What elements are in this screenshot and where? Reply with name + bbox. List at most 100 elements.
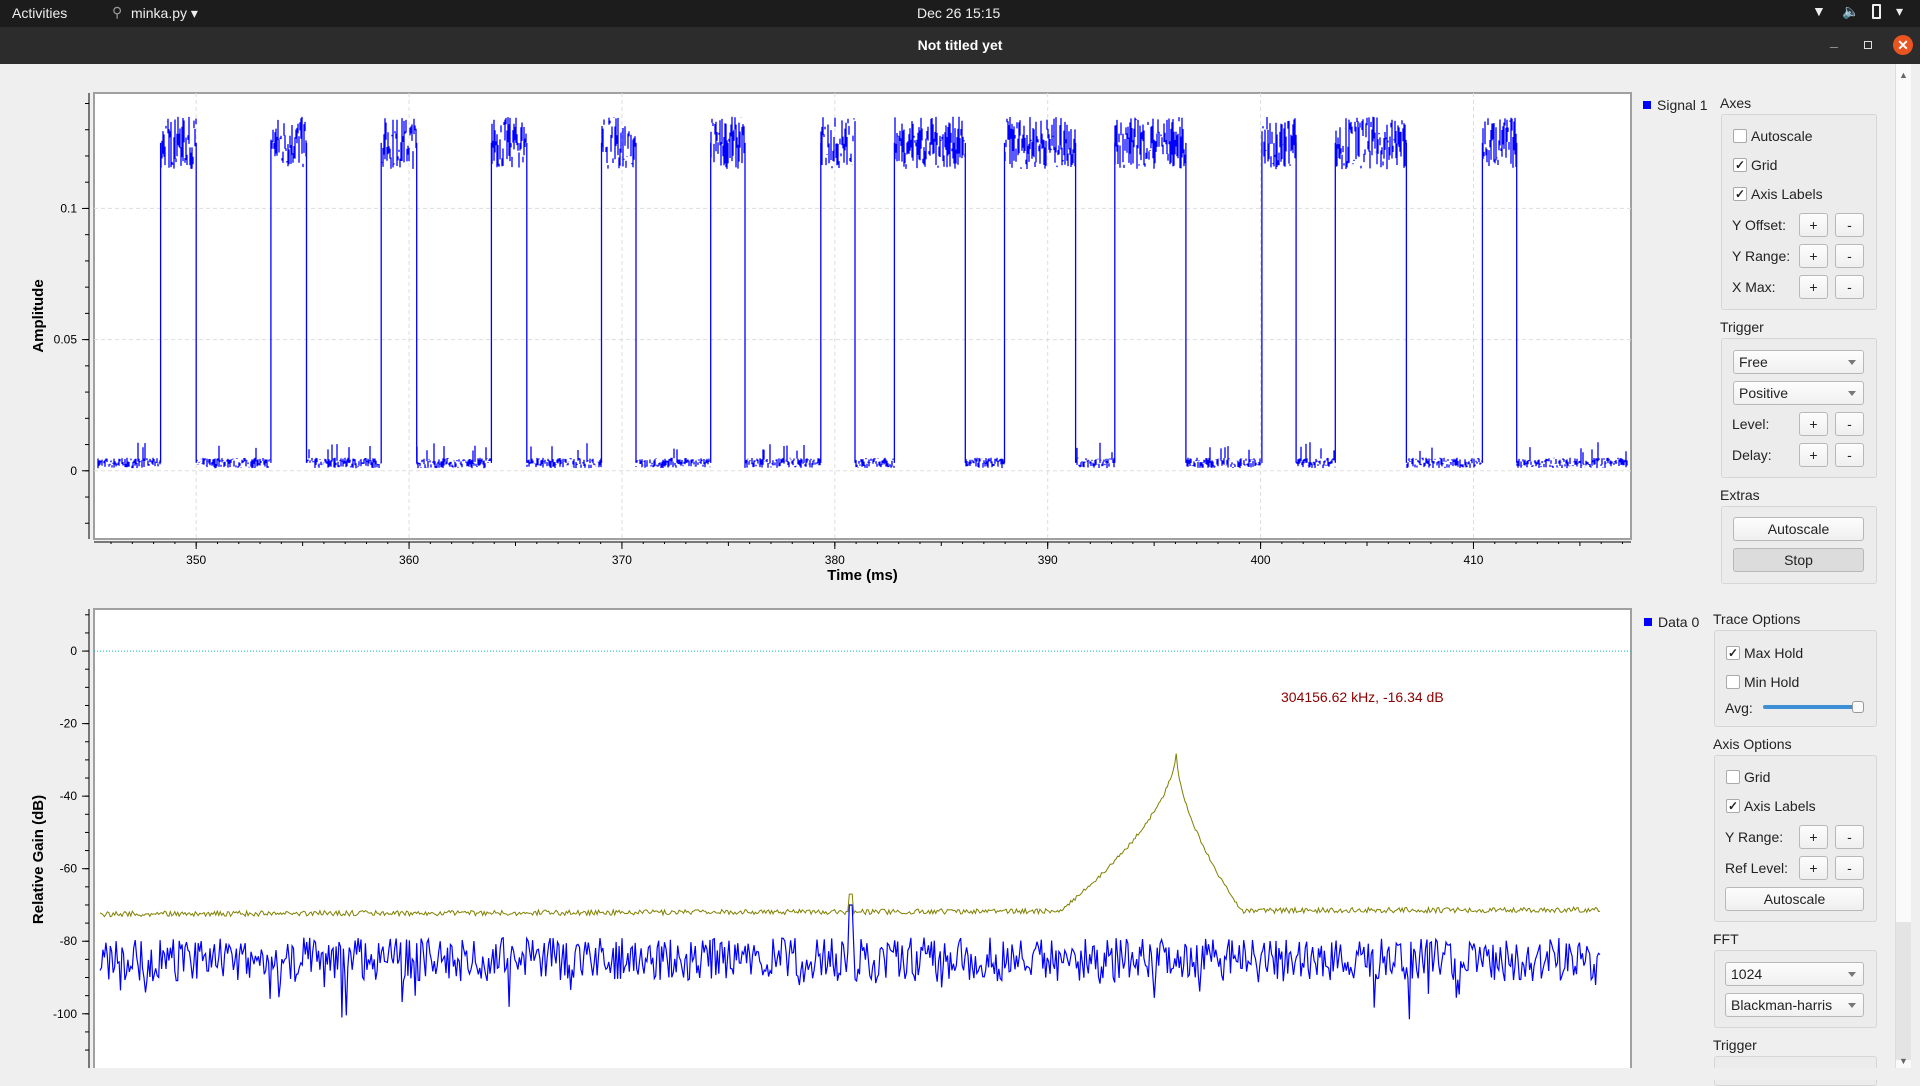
wifi-icon[interactable]: ▼	[1812, 3, 1826, 19]
y-tick-label: -20	[60, 717, 78, 731]
delay-label: Delay:	[1732, 447, 1772, 463]
y-tick-label: 0.1	[60, 201, 77, 215]
legend-swatch	[1644, 618, 1652, 626]
ref-level-plus-button[interactable]: +	[1799, 856, 1828, 880]
autoscale-checkbox[interactable]	[1733, 129, 1747, 143]
maximize-button[interactable]	[1864, 41, 1872, 49]
max-hold-checkbox[interactable]: ✓	[1726, 646, 1740, 660]
trace-options-title: Trace Options	[1713, 611, 1801, 627]
dropdown-arrow-icon	[1848, 972, 1856, 977]
legend-data-0[interactable]: Data 0	[1658, 614, 1699, 630]
x-tick-label: 410	[1463, 553, 1483, 567]
y-tick-label: 0.05	[54, 333, 78, 347]
clock[interactable]: Dec 26 15:15	[917, 5, 1000, 21]
freq-trigger-title: Trigger	[1713, 1037, 1757, 1053]
y-tick-label: 0	[70, 464, 77, 478]
frequency-domain-plot: 0 -20 -40 -60 -80 -100 Relative Gain (dB)	[30, 608, 1632, 1068]
freq-y-range-plus-button[interactable]: +	[1799, 825, 1828, 849]
y-tick-label: -80	[60, 934, 78, 948]
level-plus-button[interactable]: +	[1799, 412, 1828, 436]
system-menu-chevron-icon[interactable]: ▾	[1896, 3, 1903, 20]
legend-signal-1[interactable]: Signal 1	[1657, 97, 1708, 113]
ref-level-label: Ref Level:	[1725, 860, 1789, 876]
y-offset-label: Y Offset:	[1732, 217, 1786, 233]
x-tick-label: 370	[612, 553, 632, 567]
x-tick-label: 400	[1251, 553, 1271, 567]
axis-labels-checkbox[interactable]: ✓	[1733, 187, 1747, 201]
fft-window-select[interactable]: Blackman-harris	[1725, 993, 1864, 1017]
delay-minus-button[interactable]: -	[1835, 443, 1864, 467]
trigger-mode-value: Free	[1739, 354, 1768, 370]
dropdown-arrow-icon	[1848, 391, 1856, 396]
y-offset-minus-button[interactable]: -	[1835, 213, 1864, 237]
fft-size-select[interactable]: 1024	[1725, 962, 1864, 986]
scrollbar-thumb[interactable]	[1896, 922, 1911, 1060]
legend-swatch	[1643, 101, 1651, 109]
battery-icon[interactable]	[1872, 4, 1881, 19]
freq-y-range-minus-button[interactable]: -	[1835, 825, 1864, 849]
level-label: Level:	[1732, 416, 1770, 432]
freq-axis-labels-label: Axis Labels	[1744, 798, 1816, 814]
y-range-label: Y Range:	[1732, 248, 1791, 264]
marker-readout: 304156.62 kHz, -16.34 dB	[1281, 689, 1444, 705]
app-menu-button[interactable]: minka.py ▾	[131, 5, 198, 22]
y-range-plus-button[interactable]: +	[1799, 244, 1828, 268]
app-icon: ⚲	[112, 4, 123, 20]
x-tick-label: 360	[399, 553, 419, 567]
scrollbar[interactable]	[1895, 64, 1911, 1068]
plot-canvas	[93, 608, 1632, 1068]
freq-autoscale-button[interactable]: Autoscale	[1725, 887, 1864, 911]
y-range-minus-button[interactable]: -	[1835, 244, 1864, 268]
y-tick-label: -40	[60, 789, 78, 803]
y-tick-label: -100	[53, 1007, 77, 1021]
trigger-slope-value: Positive	[1739, 385, 1789, 401]
axis-labels-label: Axis Labels	[1751, 186, 1823, 202]
plot-canvas	[93, 92, 1632, 540]
time-domain-plot: 350 360 370 380 390 400 410 0 0.05 0.1 Time (ms) Am…	[30, 92, 1632, 584]
y-axis-label: Amplitude	[30, 279, 47, 352]
min-hold-label: Min Hold	[1744, 674, 1800, 690]
avg-label: Avg:	[1725, 700, 1753, 716]
scroll-up-icon[interactable]: ▲	[1899, 70, 1908, 80]
avg-slider[interactable]	[1763, 705, 1861, 709]
extras-group-title: Extras	[1720, 487, 1760, 503]
freq-grid-checkbox[interactable]	[1726, 770, 1740, 784]
y-tick-label: 0	[70, 644, 77, 658]
ref-level-minus-button[interactable]: -	[1835, 856, 1864, 880]
autoscale-button[interactable]: Autoscale	[1733, 517, 1864, 541]
dropdown-arrow-icon	[1848, 360, 1856, 365]
x-tick-label: 350	[186, 553, 206, 567]
volume-icon[interactable]: 🔈	[1842, 3, 1859, 20]
trigger-slope-select[interactable]: Positive	[1733, 381, 1864, 405]
window-bottom-edge	[0, 1068, 1920, 1080]
delay-plus-button[interactable]: +	[1799, 443, 1828, 467]
fft-window-value: Blackman-harris	[1731, 997, 1833, 1013]
minimize-button[interactable]: _	[1830, 33, 1838, 49]
trigger-mode-select[interactable]: Free	[1733, 350, 1864, 374]
y-offset-plus-button[interactable]: +	[1799, 213, 1828, 237]
freq-axis-labels-checkbox[interactable]: ✓	[1726, 799, 1740, 813]
scroll-down-icon[interactable]: ▼	[1899, 1056, 1908, 1066]
axes-group-title: Axes	[1720, 95, 1752, 111]
y-axis-label: Relative Gain (dB)	[30, 795, 47, 924]
window-title: Not titled yet	[917, 37, 1003, 53]
activities-button[interactable]: Activities	[12, 5, 67, 21]
x-max-label: X Max:	[1732, 279, 1776, 295]
window-titlebar: Not titled yet _ ✕	[0, 27, 1920, 64]
fft-group-title: FFT	[1713, 931, 1739, 947]
freq-grid-label: Grid	[1744, 769, 1771, 785]
trigger-group-title: Trigger	[1720, 319, 1764, 335]
close-button[interactable]: ✕	[1893, 35, 1913, 55]
x-tick-label: 390	[1038, 553, 1058, 567]
level-minus-button[interactable]: -	[1835, 412, 1864, 436]
avg-slider-handle[interactable]	[1852, 701, 1864, 713]
grid-checkbox[interactable]: ✓	[1733, 158, 1747, 172]
freq-y-range-label: Y Range:	[1725, 829, 1784, 845]
stop-button[interactable]: Stop	[1733, 548, 1864, 572]
min-hold-checkbox[interactable]	[1726, 675, 1740, 689]
grid-label: Grid	[1751, 157, 1778, 173]
axis-options-title: Axis Options	[1713, 736, 1792, 752]
x-max-plus-button[interactable]: +	[1799, 275, 1828, 299]
app-name: minka.py	[131, 5, 188, 21]
x-max-minus-button[interactable]: -	[1835, 275, 1864, 299]
